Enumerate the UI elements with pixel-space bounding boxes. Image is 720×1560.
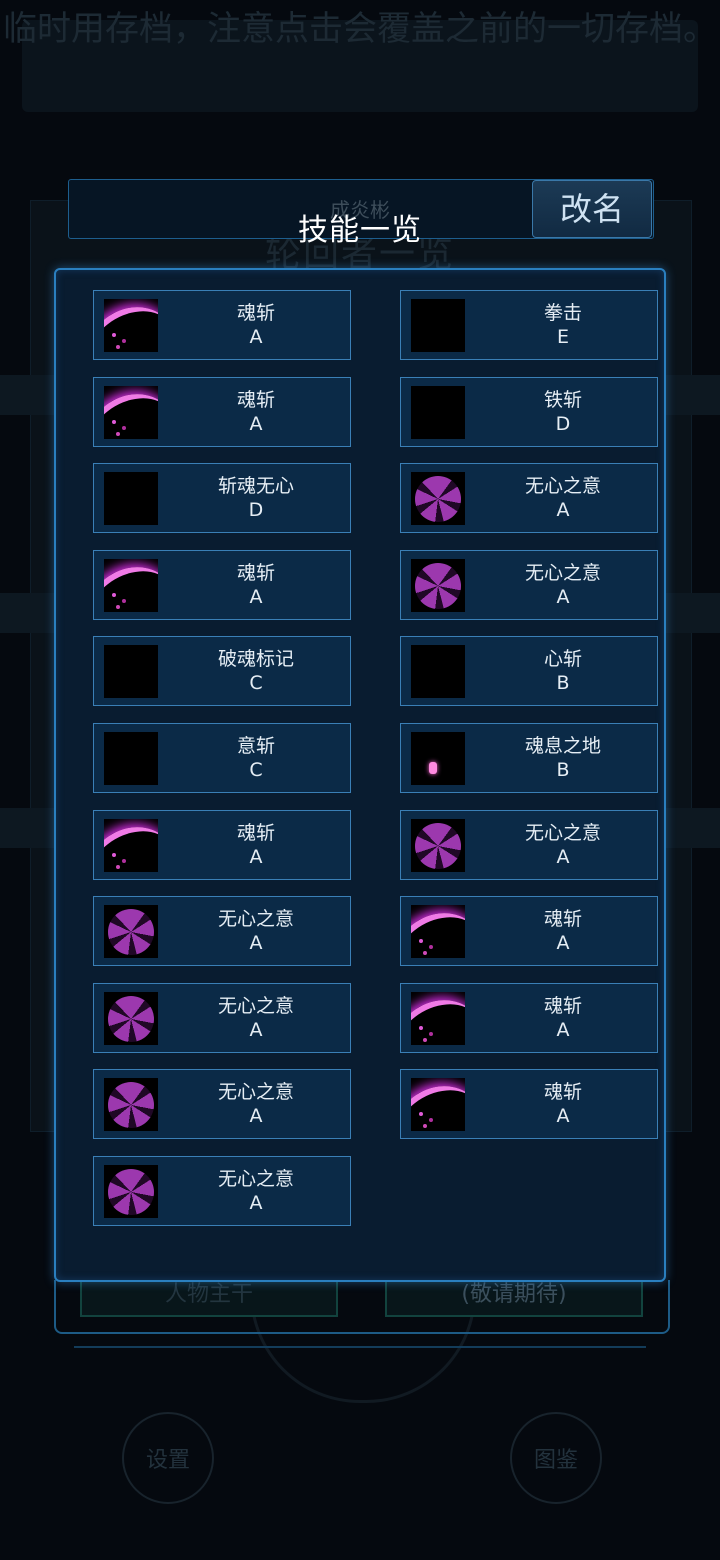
pink-slash-icon [411,991,465,1045]
settings-button: 设置 [122,1412,214,1504]
skill-name: 魂息之地 [524,734,601,757]
skill-grade: A [556,499,570,522]
skill-grade: D [248,499,264,522]
skill-list-panel: 魂斩 A 拳击 E 魂斩 A 铁斩 D 斩魂无心 D 无心之意 A 魂斩 A 无心之意 A 破魂标记 C 心斩 B 意斩… [54,268,666,1282]
skill-grade: D [555,412,571,435]
skill-card[interactable]: 破魂标记 C [93,636,351,707]
skill-name: 无心之意 [524,821,601,844]
purple-flower-icon [104,905,158,959]
rename-button[interactable]: 改名 [532,180,652,238]
purple-flower-icon [411,558,465,612]
purple-flower-icon [104,1078,158,1132]
skill-card[interactable]: 魂斩 A [400,896,658,967]
skill-grade: E [556,326,569,348]
pink-slash-icon [411,905,465,959]
skill-name: 魂斩 [543,994,582,1017]
skill-card[interactable]: 魂斩 A [93,809,351,880]
skill-card[interactable]: 无心之意 A [400,463,658,534]
skill-name: 魂斩 [236,821,275,844]
skill-card[interactable]: 无心之意 A [400,809,658,880]
skill-name: 无心之意 [217,994,294,1017]
skill-card[interactable]: 魂斩 A [400,1069,658,1140]
skill-card[interactable]: 魂息之地 B [400,722,658,793]
skill-card[interactable]: 魂斩 A [400,982,658,1053]
skill-card[interactable]: 无心之意 A [400,549,658,620]
skill-grade: B [556,758,570,781]
purple-flower-icon [411,818,465,872]
vortex-icon [104,645,158,699]
fire-slash-icon [411,645,465,699]
skill-name: 魂斩 [543,1081,582,1104]
skill-name: 魂斩 [236,388,275,411]
skill-grade: A [249,845,263,868]
skill-grade: A [556,1105,570,1128]
skill-grade: A [249,326,263,348]
skill-grade: A [556,932,570,955]
pink-slash-icon [104,818,158,872]
skill-card[interactable]: 无心之意 A [93,982,351,1053]
save-notice-text: 临时用存档，注意点击会覆盖之前的一切存档。 [3,9,717,49]
skill-card[interactable]: 铁斩 D [400,376,658,447]
skill-card[interactable]: 魂斩 A [93,549,351,620]
skill-card[interactable]: 拳击 E [400,290,658,360]
skill-name: 意斩 [236,734,275,757]
skill-grid: 魂斩 A 拳击 E 魂斩 A 铁斩 D 斩魂无心 D 无心之意 A 魂斩 A 无心之意 A 破魂标记 C 心斩 B 意斩… [93,290,658,1226]
skill-card[interactable]: 心斩 B [400,636,658,707]
codex-button: 图鉴 [510,1412,602,1504]
skill-grade: A [556,845,570,868]
background-frame [54,1280,670,1334]
skill-name: 魂斩 [236,561,275,584]
skill-grade: A [249,585,263,608]
purple-flower-icon [104,1164,158,1218]
skill-grade: A [249,932,263,955]
background-frame [74,1328,646,1348]
skill-card[interactable]: 无心之意 A [93,1069,351,1140]
portal-icon [411,731,465,785]
skill-grade: A [556,1018,570,1041]
skill-name: 无心之意 [524,561,601,584]
purple-flower-icon [411,472,465,526]
green-blade-icon [104,731,158,785]
ice-slash-icon [411,385,465,439]
skill-name: 破魂标记 [217,648,294,671]
skill-name: 心斩 [543,648,582,671]
skill-grade: A [249,1191,263,1214]
skill-name: 无心之意 [217,1167,294,1190]
skill-grade: B [556,672,570,695]
pink-slash-icon [104,558,158,612]
skill-card[interactable]: 无心之意 A [93,896,351,967]
skill-name: 无心之意 [524,475,601,498]
pink-slash-icon [104,299,158,352]
settings-label: 设置 [145,1448,190,1473]
skill-name: 魂斩 [543,908,582,931]
skill-name: 拳击 [543,302,582,324]
skill-name: 无心之意 [217,1081,294,1104]
skill-card[interactable]: 魂斩 A [93,376,351,447]
skill-card[interactable]: 斩魂无心 D [93,463,351,534]
save-notice: 临时用存档，注意点击会覆盖之前的一切存档。 [0,0,720,130]
skill-name: 魂斩 [236,302,275,324]
skill-grade: A [249,1018,263,1041]
codex-label: 图鉴 [533,1448,578,1473]
skill-name: 斩魂无心 [217,475,294,498]
purple-starburst-icon [104,472,158,526]
skill-name: 无心之意 [217,908,294,931]
skill-grade: A [556,585,570,608]
skill-grade: C [249,758,263,781]
skill-name: 铁斩 [543,388,582,411]
skill-card[interactable]: 无心之意 A [93,1155,351,1226]
pink-slash-icon [411,1078,465,1132]
skill-card[interactable]: 意斩 C [93,722,351,793]
purple-flower-icon [104,991,158,1045]
pink-slash-icon [104,385,158,439]
skill-grade: A [249,1105,263,1128]
skill-grade: A [249,412,263,435]
skill-grade: C [249,672,263,695]
spiral-icon [411,299,465,352]
skill-card[interactable]: 魂斩 A [93,290,351,360]
